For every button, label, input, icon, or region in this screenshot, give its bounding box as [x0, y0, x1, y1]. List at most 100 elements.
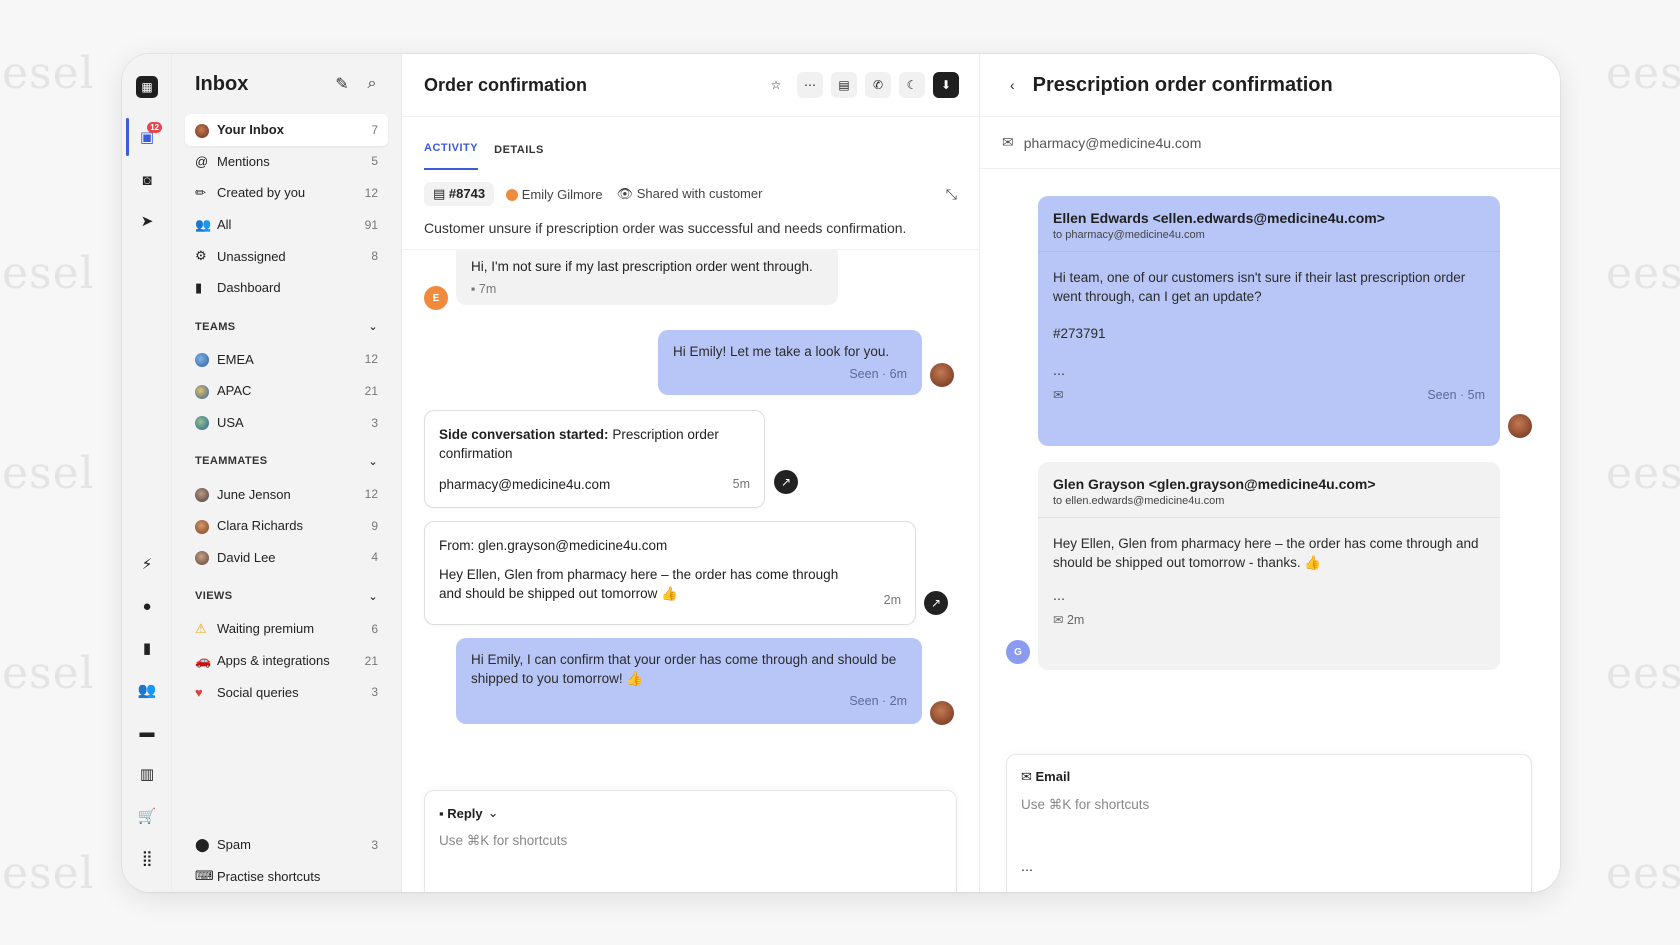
sidebar-item-label: All: [217, 217, 232, 233]
sidebar-item-emea[interactable]: EMEA 12: [185, 344, 388, 376]
car-icon: 🚗: [195, 652, 212, 668]
open-email-icon[interactable]: ↗: [924, 591, 948, 615]
more-options-icon[interactable]: ⋯: [1021, 863, 1033, 877]
star-icon[interactable]: ☆: [763, 72, 789, 98]
message-icon: ▪: [471, 282, 479, 296]
tab-activity[interactable]: ACTIVITY: [424, 142, 479, 170]
sidebar-item-waiting-premium[interactable]: ⚠ Waiting premium 6: [185, 613, 388, 645]
inbox-sidebar: Inbox ✎ ⌕ Your Inbox 7 @ Mentions 5 ✏ Cr…: [172, 54, 402, 892]
sidebar-item-unassigned[interactable]: ⚙ Unassigned 8: [185, 240, 388, 272]
ticket-icon: ▤: [433, 186, 449, 201]
sidebar-item-count: 8: [371, 249, 378, 264]
email-to: to pharmacy@medicine4u.com: [1053, 229, 1205, 241]
panel-mailbox: ✉ pharmacy@medicine4u.com: [980, 117, 1560, 169]
more-icon[interactable]: ⋯: [797, 72, 823, 98]
rail-automation[interactable]: ⚡: [122, 549, 172, 579]
search-icon[interactable]: ⌕: [357, 75, 387, 93]
compose-icon[interactable]: ✎: [327, 74, 357, 94]
forwarded-email-card[interactable]: From: glen.grayson@medicine4u.com Hey El…: [424, 521, 916, 625]
chevron-down-icon[interactable]: ⌄: [488, 805, 499, 821]
sidebar-item-social-queries[interactable]: ♥ Social queries 3: [185, 676, 388, 708]
sidebar-item-apac[interactable]: APAC 21: [185, 375, 388, 407]
people-icon: 👥: [137, 682, 157, 699]
customer-chip[interactable]: Emily Gilmore: [506, 187, 603, 202]
sidebar-item-count: 7: [371, 122, 378, 137]
watermark: eese: [1606, 448, 1680, 499]
composer-mode[interactable]: Reply: [447, 806, 482, 821]
tab-details[interactable]: DETAILS: [494, 144, 544, 170]
rail-knowledge[interactable]: ▥: [122, 759, 172, 789]
sidebar-item-mentions[interactable]: @ Mentions 5: [185, 146, 388, 178]
message-text: Hi, I'm not sure if my last prescription…: [471, 259, 813, 274]
watermark: eese: [1606, 48, 1680, 99]
teammates-section-header[interactable]: TEAMMATES ⌄: [185, 444, 388, 478]
warning-icon: ⚠: [195, 620, 207, 636]
sidebar-item-all[interactable]: 👥 All 91: [185, 209, 388, 241]
email-from: Ellen Edwards <ellen.edwards@medicine4u.…: [1053, 210, 1385, 226]
email-reference: #273791: [1053, 326, 1106, 341]
globe-icon: [195, 384, 209, 399]
message-time: 5m: [732, 477, 750, 491]
sidebar-item-usa[interactable]: USA 3: [185, 407, 388, 439]
sidebar-title: Inbox: [195, 72, 249, 95]
rail-reports[interactable]: ▮: [122, 633, 172, 663]
snooze-icon[interactable]: ☾: [899, 72, 925, 98]
watermark: eese: [1606, 248, 1680, 299]
mail-icon: ✉: [1053, 613, 1067, 627]
rail-store[interactable]: 🛒: [122, 801, 172, 831]
mail-icon: ✉: [1002, 134, 1014, 150]
sidebar-item-created-by-you[interactable]: ✏ Created by you 12: [185, 177, 388, 209]
sidebar-item-count: 3: [371, 415, 378, 430]
rail-apps[interactable]: ⣿: [122, 843, 172, 873]
ticket-id-chip[interactable]: ▤ #8743: [424, 182, 495, 206]
pencil-icon: ✏: [195, 184, 206, 200]
avatar: [506, 189, 519, 202]
phone-icon[interactable]: ✆: [865, 72, 891, 98]
at-icon: @: [195, 153, 209, 169]
rail-send[interactable]: ➤: [122, 206, 172, 236]
sidebar-item-dashboard[interactable]: ▮ Dashboard: [185, 272, 388, 304]
close-conversation-icon[interactable]: ⬇: [933, 72, 959, 98]
inbox-badge: 12: [147, 122, 163, 133]
expand-quoted-icon[interactable]: ⋯: [1053, 365, 1485, 384]
reply-icon: ▪: [439, 805, 448, 821]
mail-icon: ✉: [1021, 769, 1036, 784]
avatar: G: [1006, 640, 1030, 664]
views-section-header[interactable]: VIEWS ⌄: [185, 579, 388, 613]
sidebar-item-spam[interactable]: ⬤ Spam 3: [185, 829, 388, 861]
rail-chat[interactable]: ◙: [122, 165, 172, 195]
app-logo[interactable]: ▦: [122, 72, 172, 102]
sidebar-item-label: Your Inbox: [217, 122, 284, 138]
sidebar-item-count: 5: [371, 154, 378, 169]
sidebar-item-label: David Lee: [217, 549, 276, 565]
sidebar-item-practise-shortcuts[interactable]: ⌨ Practise shortcuts: [185, 860, 388, 892]
email-composer[interactable]: ✉ Email Use ⌘K for shortcuts ⋯: [1006, 754, 1532, 892]
sidebar-item-david-lee[interactable]: David Lee 4: [185, 542, 388, 574]
sidebar-item-your-inbox[interactable]: Your Inbox 7: [185, 114, 388, 146]
reply-composer[interactable]: ▪ Reply ⌄ Use ⌘K for shortcuts: [424, 790, 957, 892]
heart-icon: ♥: [195, 684, 203, 700]
ticket-icon[interactable]: ▤: [831, 72, 857, 98]
rail-inbox[interactable]: ▣ 12: [122, 122, 172, 152]
teams-section-header[interactable]: TEAMS ⌄: [185, 310, 388, 344]
composer-placeholder: Use ⌘K for shortcuts: [439, 833, 568, 848]
sidebar-item-june-jenson[interactable]: June Jenson 12: [185, 478, 388, 510]
rail-contacts[interactable]: 👥: [122, 675, 172, 705]
rail-messages[interactable]: ▬: [122, 717, 172, 747]
message-text: Hi Emily, I can confirm that your order …: [471, 652, 897, 686]
collapse-icon[interactable]: ⤡: [946, 186, 957, 203]
sidebar-item-clara-richards[interactable]: Clara Richards 9: [185, 510, 388, 542]
avatar: [930, 363, 954, 387]
send-icon: ➤: [140, 213, 154, 230]
bolt-icon: ⚡: [141, 556, 153, 573]
sidebar-item-apps-integrations[interactable]: 🚗 Apps & integrations 21: [185, 645, 388, 677]
app-window: ▦ ▣ 12 ◙ ➤ ⚡ ● ▮ 👥 ▬ ▥ 🛒 ⣿ Inbox ✎ ⌕ Your…: [122, 54, 1560, 892]
seen-status: Seen · 5m: [1427, 388, 1485, 402]
globe-icon: [195, 416, 209, 431]
rail-ideas[interactable]: ●: [122, 591, 172, 621]
email-card: Ellen Edwards <ellen.edwards@medicine4u.…: [1038, 196, 1500, 446]
side-conversation-card[interactable]: Side conversation started: Prescription …: [424, 410, 765, 508]
open-side-conversation-icon[interactable]: ↗: [774, 470, 798, 494]
back-icon[interactable]: ‹: [1010, 77, 1015, 93]
expand-quoted-icon[interactable]: ⋯: [1053, 590, 1485, 609]
